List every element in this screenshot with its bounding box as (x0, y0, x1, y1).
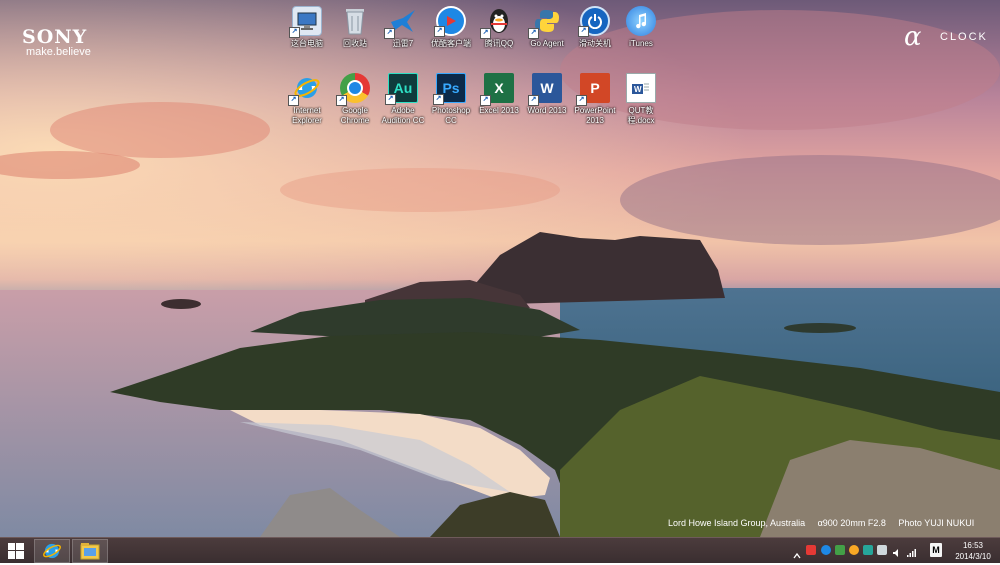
desktop-icon-label: Word 2013 (527, 106, 567, 115)
desktop-icon-label: Google Chrome (340, 106, 370, 125)
desktop-icon-label: QUT教程.docx (627, 106, 655, 125)
chevron-up-icon (793, 552, 801, 559)
taskbar-internet-explorer[interactable] (34, 539, 70, 563)
taskbar: M 16:53 2014/3/10 (0, 537, 1000, 563)
desktop-icon-label: PowerPoint 2013 (574, 106, 616, 125)
recycle-bin-icon (340, 6, 370, 36)
power-icon: ↗ (578, 6, 610, 37)
clock-time: 16:53 (962, 541, 984, 550)
desktop-icon-label: 滑动关机 (579, 39, 611, 48)
desktop-icon-powerpoint[interactable]: P ↗ PowerPoint 2013 (570, 73, 620, 126)
desktop-icon-qq[interactable]: ↗ 腾讯QQ (474, 6, 524, 49)
ie-icon: ↗ (288, 73, 322, 106)
tray-blue-round-icon[interactable] (821, 545, 831, 555)
windows-logo-icon (8, 543, 24, 559)
tray-teal-app-icon[interactable] (863, 545, 873, 555)
chrome-icon: ↗ (336, 73, 370, 106)
photoshop-glyph: Ps (442, 80, 460, 96)
excel-icon: X ↗ (480, 73, 514, 106)
desktop-icon-google-chrome[interactable]: ↗ Google Chrome (330, 73, 380, 126)
credit-location: Lord Howe Island Group, Australia (668, 518, 806, 528)
folder-icon (80, 543, 100, 560)
clock-date: 2014/3/10 (955, 552, 991, 561)
python-icon: ↗ (528, 6, 562, 39)
itunes-icon (626, 6, 656, 36)
credit-photographer: Photo YUJI NUKUI (898, 518, 975, 528)
start-button[interactable] (2, 539, 30, 563)
alpha-clock-label: CLOCK (940, 31, 988, 43)
volume-icon[interactable] (892, 545, 902, 557)
input-method-indicator[interactable]: M (930, 543, 942, 557)
desktop-icon-slide-shutdown[interactable]: ↗ 滑动关机 (570, 6, 620, 49)
desktop-icon-label: 这台电脑 (291, 39, 323, 48)
desktop-icon-excel[interactable]: X ↗ Excel 2013 (474, 73, 524, 116)
desktop-icon-label: Adobe Audition CC (381, 106, 425, 125)
desktop-icon-label: Internet Explorer (292, 106, 322, 125)
desktop-icon-label: Photoshop CC (431, 106, 471, 125)
desktop-icon-itunes[interactable]: iTunes (616, 6, 666, 49)
photoshop-icon: Ps ↗ (433, 73, 466, 105)
desktop-icon-label: 优酷客户端 (431, 39, 471, 48)
desktop-icon-xunlei[interactable]: ↗ 迅雷7 (378, 6, 428, 49)
sony-tagline: make.believe (26, 46, 91, 58)
desktop: SONY make.believe α CLOCK Lord Howe Isla… (0, 0, 1000, 537)
audition-glyph: Au (393, 80, 413, 96)
youku-play-icon: ↗ (434, 6, 466, 37)
desktop-icon-internet-explorer[interactable]: ↗ Internet Explorer (282, 73, 332, 126)
xunlei-bird-icon: ↗ (384, 6, 418, 39)
ie-icon (43, 543, 61, 559)
word-icon: W ↗ (528, 73, 562, 106)
credit-camera: α900 20mm F2.8 (817, 518, 886, 528)
sony-logo: SONY (22, 26, 88, 48)
desktop-icon-label: Go Agent (530, 39, 564, 48)
tray-flag-icon[interactable] (877, 545, 887, 555)
desktop-icon-label: 腾讯QQ (484, 39, 514, 48)
computer-icon: ↗ (289, 6, 322, 38)
wallpaper-credit: Lord Howe Island Group, Australia α900 2… (668, 518, 984, 528)
desktop-icon-photoshop[interactable]: Ps ↗ Photoshop CC (426, 73, 476, 126)
audition-icon: Au ↗ (385, 73, 418, 105)
network-icon[interactable] (906, 545, 916, 557)
taskbar-clock[interactable]: 16:53 2014/3/10 (950, 540, 996, 562)
desktop-icon-goagent[interactable]: ↗ Go Agent (522, 6, 572, 49)
excel-glyph: X (494, 80, 504, 96)
word-glyph: W (540, 80, 554, 96)
desktop-icon-qut-docx[interactable]: W QUT教程.docx (616, 73, 666, 126)
tray-red-app-icon[interactable] (806, 545, 816, 555)
desktop-icon-word[interactable]: W ↗ Word 2013 (522, 73, 572, 116)
alpha-logo: α (904, 22, 922, 52)
desktop-icon-label: Excel 2013 (479, 106, 519, 115)
desktop-icon-recycle-bin[interactable]: 回收站 (330, 6, 380, 49)
svg-text:W: W (634, 85, 642, 94)
desktop-icon-youku[interactable]: ↗ 优酷客户端 (426, 6, 476, 49)
desktop-icon-this-pc[interactable]: ↗ 这台电脑 (282, 6, 332, 49)
tray-yellow-app-icon[interactable] (849, 545, 859, 555)
powerpoint-icon: P ↗ (576, 73, 610, 106)
show-hidden-icons-button[interactable] (793, 547, 801, 559)
desktop-icon-label: iTunes (629, 39, 653, 48)
docx-file-icon: W (626, 73, 656, 103)
qq-penguin-icon: ↗ (480, 6, 514, 39)
desktop-icon-label: 回收站 (343, 39, 367, 48)
tray-green-app-icon[interactable] (835, 545, 845, 555)
desktop-icon-label: 迅雷7 (392, 39, 414, 48)
powerpoint-glyph: P (590, 80, 600, 96)
desktop-icon-adobe-audition[interactable]: Au ↗ Adobe Audition CC (378, 73, 428, 126)
taskbar-file-explorer[interactable] (72, 539, 108, 563)
